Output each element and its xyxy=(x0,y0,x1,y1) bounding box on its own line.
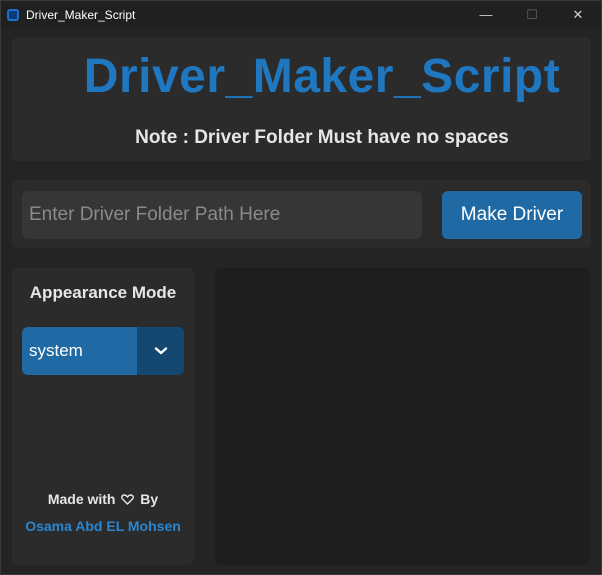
appearance-mode-value[interactable]: system xyxy=(22,327,137,375)
make-driver-button[interactable]: Make Driver xyxy=(442,191,582,239)
made-with-credit: Made with By xyxy=(12,491,194,507)
made-with-prefix: Made with xyxy=(47,491,116,507)
title-bar[interactable]: Driver_Maker_Script — ☐ ✕ xyxy=(1,1,601,28)
maximize-button[interactable]: ☐ xyxy=(509,1,555,28)
output-textbox[interactable] xyxy=(215,268,590,565)
close-button[interactable]: ✕ xyxy=(555,1,601,28)
app-icon xyxy=(7,8,19,21)
appearance-mode-dropdown[interactable]: system xyxy=(22,327,184,375)
appearance-mode-label: Appearance Mode xyxy=(29,283,177,302)
driver-path-input[interactable] xyxy=(22,191,422,239)
page-title: Driver_Maker_Script xyxy=(83,50,561,103)
author-name: Osama Abd EL Mohsen xyxy=(25,518,181,534)
chevron-down-icon[interactable] xyxy=(137,327,184,375)
heart-icon xyxy=(121,493,135,507)
app-window: Driver_Maker_Script — ☐ ✕ Driver_Maker_S… xyxy=(0,0,602,575)
minimize-button[interactable]: — xyxy=(463,1,509,28)
made-with-suffix: By xyxy=(140,491,159,507)
window-title: Driver_Maker_Script xyxy=(26,7,136,22)
note-text: Note : Driver Folder Must have no spaces xyxy=(135,127,509,148)
window-controls: — ☐ ✕ xyxy=(463,1,601,28)
